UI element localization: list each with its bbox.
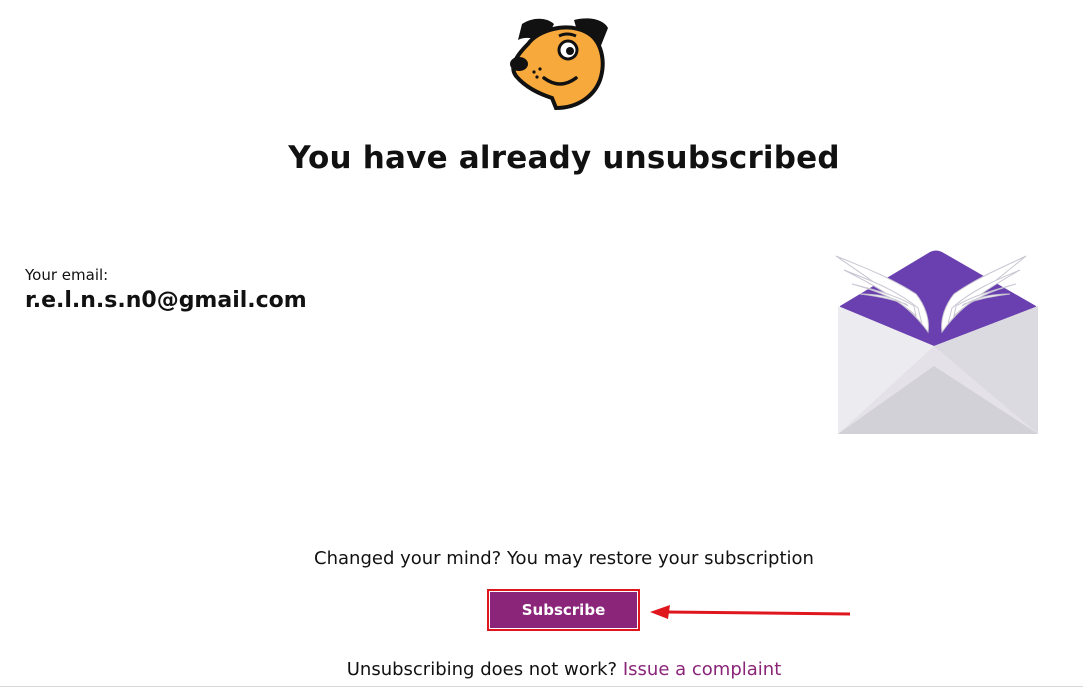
winged-envelope-icon (835, 250, 1038, 434)
restore-subscription-prompt: Changed your mind? You may restore your … (314, 548, 814, 569)
complaint-line: Unsubscribing does not work? Issue a com… (0, 659, 1083, 680)
page-title: You have already unsubscribed (288, 140, 840, 176)
complaint-question: Unsubscribing does not work? (346, 659, 618, 680)
issue-complaint-link[interactable]: Issue a complaint (623, 659, 781, 680)
dog-mascot-logo (504, 14, 614, 112)
dog-mascot-icon (510, 18, 608, 111)
annotation-arrow-icon (650, 605, 851, 619)
winged-envelope-illustration (830, 246, 1045, 438)
email-value: r.e.l.n.s.n0@gmail.com (25, 288, 307, 313)
email-label: Your email: (25, 266, 109, 284)
subscribe-button[interactable]: Subscribe (490, 592, 637, 628)
bottom-divider (0, 686, 1083, 687)
